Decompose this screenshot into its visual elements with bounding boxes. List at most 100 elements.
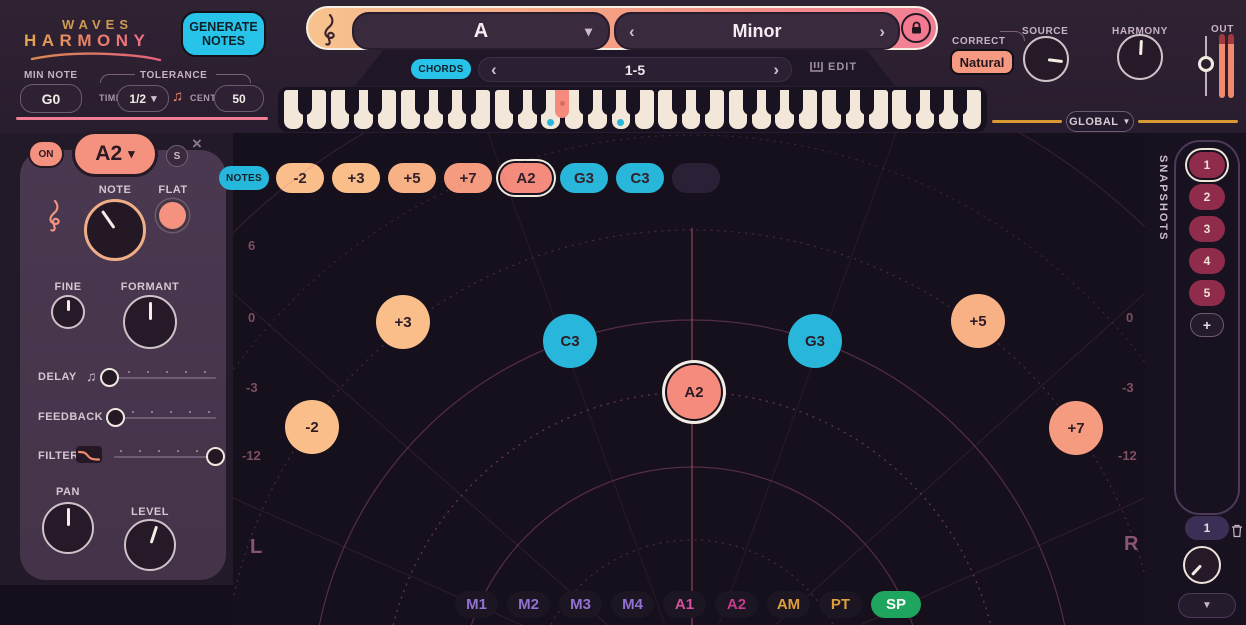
black-key[interactable] xyxy=(859,90,874,115)
min-note-field[interactable]: G0 xyxy=(20,84,82,113)
voice-tab-am[interactable]: AM xyxy=(767,591,810,618)
trash-icon[interactable] xyxy=(1231,524,1243,538)
stage-scale-label: 0 xyxy=(248,310,256,325)
black-key[interactable] xyxy=(438,90,453,115)
active-note-dot xyxy=(547,119,555,126)
flat-label: FLAT xyxy=(158,184,188,196)
black-key[interactable] xyxy=(508,90,523,115)
tolerance-bracket-left xyxy=(100,74,135,83)
flat-button[interactable] xyxy=(159,202,186,229)
piano-keyboard[interactable] xyxy=(278,87,987,132)
delay-slider-ticks xyxy=(128,371,216,373)
scale-next-button[interactable]: › xyxy=(879,23,885,40)
dropdown-arrow-icon: ▼ xyxy=(1202,600,1212,611)
voice-close-button[interactable]: × xyxy=(192,134,202,154)
black-key[interactable] xyxy=(906,90,921,115)
voice-tab-m3[interactable]: M3 xyxy=(559,591,602,618)
source-knob[interactable] xyxy=(1023,36,1069,82)
voice-note-dropdown[interactable]: A2 ▾ xyxy=(72,131,158,177)
pan-knob[interactable] xyxy=(42,502,94,554)
fine-label: FINE xyxy=(54,281,82,293)
delay-slider-handle[interactable] xyxy=(100,368,119,387)
fine-knob[interactable] xyxy=(51,295,85,329)
snapshot-slot[interactable]: 2 xyxy=(1189,184,1225,210)
lock-button[interactable] xyxy=(901,12,931,43)
filter-slider-handle[interactable] xyxy=(206,447,225,466)
tolerance-bracket-right xyxy=(216,74,251,83)
black-key[interactable] xyxy=(953,90,968,115)
note-bubble-plus5[interactable]: +5 xyxy=(951,294,1005,348)
black-key[interactable] xyxy=(695,90,710,115)
level-label: LEVEL xyxy=(131,506,169,518)
treble-clef-icon xyxy=(324,14,335,46)
global-dropdown[interactable]: GLOBAL ▼ xyxy=(1066,111,1134,132)
harmony-stage[interactable]: 6 0 -3 -12 0 -3 -12 L R +3 C3 G3 +5 A2 -2 +7 xyxy=(233,133,1145,625)
black-key[interactable] xyxy=(742,90,757,115)
voice-tab-m4[interactable]: M4 xyxy=(611,591,654,618)
time-dropdown[interactable]: 1/2 ▾ xyxy=(117,85,169,112)
feedback-slider-handle[interactable] xyxy=(106,408,125,427)
formant-knob[interactable] xyxy=(123,295,177,349)
black-key[interactable] xyxy=(836,90,851,115)
black-key[interactable] xyxy=(297,90,312,115)
black-key[interactable] xyxy=(789,90,804,115)
delay-label: DELAY xyxy=(38,371,77,383)
key-scale-selector: A ▾ ‹ Minor › xyxy=(306,6,938,50)
cents-field[interactable]: 50 xyxy=(214,85,264,112)
snapshot-slot[interactable]: 3 xyxy=(1189,216,1225,242)
note-knob[interactable] xyxy=(84,199,146,261)
chord-prev-button[interactable]: ‹ xyxy=(491,61,497,78)
voice-tab-m2[interactable]: M2 xyxy=(507,591,550,618)
key-dropdown[interactable]: A ▾ xyxy=(352,12,610,50)
generate-notes-button[interactable]: GENERATE NOTES xyxy=(181,11,266,57)
edit-button[interactable]: EDIT xyxy=(810,61,857,73)
snapshot-add-button[interactable]: + xyxy=(1190,313,1224,337)
note-bubble-plus3[interactable]: +3 xyxy=(376,295,430,349)
voice-tab-pt[interactable]: PT xyxy=(819,591,862,618)
formant-label: FORMANT xyxy=(120,281,180,293)
black-key[interactable] xyxy=(461,90,476,115)
note-bubble-C3[interactable]: C3 xyxy=(543,314,597,368)
morph-knob[interactable] xyxy=(1183,546,1221,584)
voice-tab-sp[interactable]: SP xyxy=(871,591,921,618)
note-bubble-G3[interactable]: G3 xyxy=(788,314,842,368)
snapshot-slot[interactable]: 4 xyxy=(1189,248,1225,274)
chord-next-button[interactable]: › xyxy=(773,61,779,78)
voice-on-button[interactable]: ON xyxy=(28,140,64,168)
black-key[interactable] xyxy=(929,90,944,115)
scale-prev-button[interactable]: ‹ xyxy=(629,23,635,40)
black-key[interactable] xyxy=(672,90,687,115)
harmony-knob[interactable] xyxy=(1117,34,1163,80)
voice-accent-divider xyxy=(16,117,268,120)
panel-collapse-button[interactable]: ▼ xyxy=(1178,593,1236,618)
out-slider-handle[interactable] xyxy=(1198,56,1214,72)
voice-tab-a1[interactable]: A1 xyxy=(663,591,706,618)
black-key[interactable] xyxy=(765,90,780,115)
voice-solo-button[interactable]: S xyxy=(166,145,188,167)
left-channel-label: L xyxy=(250,536,263,558)
highlighted-key[interactable] xyxy=(555,90,570,118)
voice-tab-a2[interactable]: A2 xyxy=(715,591,758,618)
level-knob[interactable] xyxy=(124,519,176,571)
black-key[interactable] xyxy=(625,90,640,115)
note-bubble-plus7[interactable]: +7 xyxy=(1049,401,1103,455)
chevron-down-icon: ▾ xyxy=(128,146,135,161)
eighth-notes-icon: ♫ xyxy=(86,368,97,384)
snapshot-slot[interactable]: 5 xyxy=(1189,280,1225,306)
correct-mode-button[interactable]: Natural xyxy=(950,49,1014,75)
chords-badge[interactable]: CHORDS xyxy=(411,59,471,79)
black-key[interactable] xyxy=(578,90,593,115)
variation-pill[interactable]: 1 xyxy=(1185,516,1229,540)
black-key[interactable] xyxy=(531,90,546,115)
note-bubble-A2[interactable]: A2 xyxy=(667,365,721,419)
stage-scale-label: -12 xyxy=(1118,448,1137,463)
note-bubble-minus2[interactable]: -2 xyxy=(285,400,339,454)
voice-tab-m1[interactable]: M1 xyxy=(455,591,498,618)
black-key[interactable] xyxy=(368,90,383,115)
black-key[interactable] xyxy=(602,90,617,115)
right-channel-label: R xyxy=(1124,533,1139,555)
black-key[interactable] xyxy=(344,90,359,115)
filter-slider-ticks xyxy=(120,450,208,452)
black-key[interactable] xyxy=(414,90,429,115)
snapshot-slot[interactable]: 1 xyxy=(1189,152,1225,178)
